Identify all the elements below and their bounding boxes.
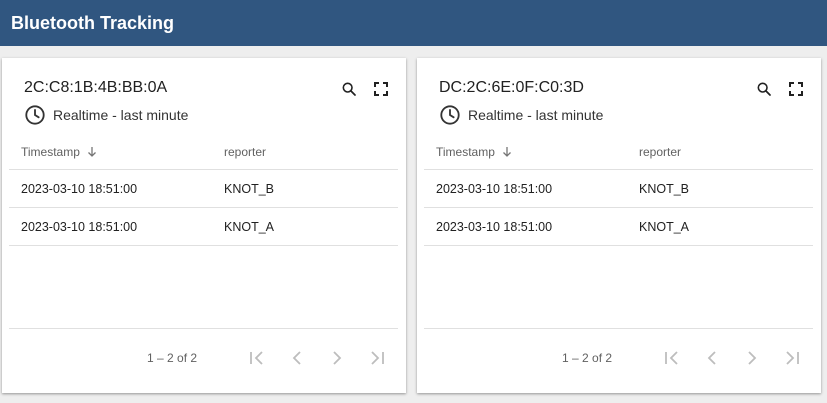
paginator-range-label: 1 – 2 of 2 — [562, 351, 613, 365]
column-header-reporter[interactable]: reporter — [639, 145, 681, 159]
paginator: 1 – 2 of 2 — [562, 343, 812, 373]
last-page-icon[interactable] — [772, 343, 812, 373]
next-page-icon[interactable] — [732, 343, 772, 373]
timestamp-cell: 2023-03-10 18:51:00 — [436, 181, 553, 196]
next-page-icon[interactable] — [317, 343, 357, 373]
timestamp-cell: 2023-03-10 18:51:00 — [21, 219, 138, 234]
table-row: 2023-03-10 18:51:00 KNOT_B — [9, 170, 398, 208]
device-address: DC:2C:6E:0F:C0:3D — [439, 79, 584, 96]
subtitle-label: Realtime - last minute — [468, 107, 604, 123]
device-address: 2C:C8:1B:4B:BB:0A — [24, 79, 168, 96]
device-card: DC:2C:6E:0F:C0:3D Realtime - last minute… — [417, 58, 821, 393]
fullscreen-icon[interactable] — [370, 78, 392, 100]
reporter-cell: KNOT_A — [639, 219, 690, 234]
sort-descending-icon — [87, 146, 96, 157]
previous-page-icon[interactable] — [692, 343, 732, 373]
clock-icon — [25, 105, 45, 125]
column-header-timestamp[interactable]: Timestamp — [9, 145, 224, 159]
paginator: 1 – 2 of 2 — [147, 343, 397, 373]
reports-table: Timestamp reporter 2023-03-10 18:51:00 K… — [9, 134, 398, 246]
clock-icon — [440, 105, 460, 125]
paginator-range-label: 1 – 2 of 2 — [147, 351, 198, 365]
app-header: Bluetooth Tracking — [0, 0, 827, 46]
sort-descending-icon — [502, 146, 511, 157]
column-header-timestamp[interactable]: Timestamp — [424, 145, 639, 159]
first-page-icon[interactable] — [237, 343, 277, 373]
reporter-cell: KNOT_B — [224, 181, 275, 196]
device-card: 2C:C8:1B:4B:BB:0A Realtime - last minute… — [2, 58, 406, 393]
reporter-cell: KNOT_A — [224, 219, 275, 234]
timestamp-cell: 2023-03-10 18:51:00 — [436, 219, 553, 234]
search-icon[interactable] — [753, 78, 775, 100]
reports-table: Timestamp reporter 2023-03-10 18:51:00 K… — [424, 134, 813, 246]
fullscreen-icon[interactable] — [785, 78, 807, 100]
app-title: Bluetooth Tracking — [11, 12, 175, 33]
search-icon[interactable] — [338, 78, 360, 100]
time-range-subtitle: Realtime - last minute — [24, 104, 188, 126]
table-row: 2023-03-10 18:51:00 KNOT_B — [424, 170, 813, 208]
table-row: 2023-03-10 18:51:00 KNOT_A — [9, 208, 398, 246]
last-page-icon[interactable] — [357, 343, 397, 373]
table-header: Timestamp reporter — [9, 134, 398, 170]
table-row: 2023-03-10 18:51:00 KNOT_A — [424, 208, 813, 246]
previous-page-icon[interactable] — [277, 343, 317, 373]
table-divider — [9, 328, 398, 329]
reporter-cell: KNOT_B — [639, 181, 690, 196]
table-header: Timestamp reporter — [424, 134, 813, 170]
first-page-icon[interactable] — [652, 343, 692, 373]
column-header-reporter[interactable]: reporter — [224, 145, 266, 159]
table-divider — [424, 328, 813, 329]
timestamp-cell: 2023-03-10 18:51:00 — [21, 181, 138, 196]
time-range-subtitle: Realtime - last minute — [439, 104, 603, 126]
subtitle-label: Realtime - last minute — [53, 107, 189, 123]
